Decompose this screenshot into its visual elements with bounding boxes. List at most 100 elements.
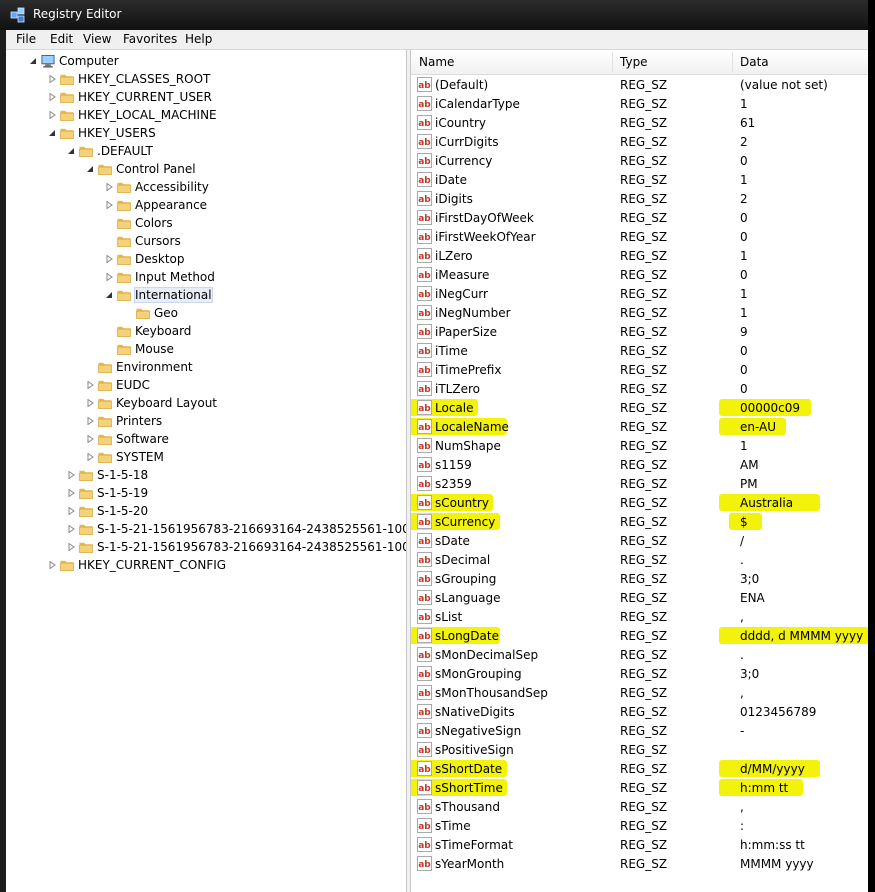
collapsed-triangle-icon[interactable]	[106, 255, 113, 263]
tree-node-s-1-5-21-1561956783-216693164-2438525561-1000[interactable]: S-1-5-21-1561956783-216693164-2438525561…	[6, 520, 406, 538]
registry-value-row[interactable]: ab sTimeFormat REG_SZ h:mm:ss tt	[411, 835, 868, 854]
registry-value-row[interactable]: ab (Default) REG_SZ (value not set)	[411, 75, 868, 94]
tree-node-label[interactable]: .DEFAULT	[97, 144, 153, 158]
tree-node-s-1-5-18[interactable]: S-1-5-18	[6, 466, 406, 484]
registry-value-row[interactable]: ab sMonThousandSep REG_SZ,	[411, 683, 868, 702]
tree-node-label[interactable]: Desktop	[135, 252, 185, 266]
registry-value-row[interactable]: ab NumShape REG_SZ 1	[411, 436, 868, 455]
tree-node-environment[interactable]: Environment	[6, 358, 406, 376]
registry-value-row[interactable]: ab iTime REG_SZ 0	[411, 341, 868, 360]
column-header-data[interactable]: Data	[740, 55, 769, 69]
tree-node-hkey-users[interactable]: HKEY_USERS	[6, 124, 406, 142]
collapsed-triangle-icon[interactable]	[87, 453, 94, 461]
registry-value-row[interactable]: ab sPositiveSign REG_SZ	[411, 740, 868, 759]
collapsed-triangle-icon[interactable]	[49, 111, 56, 119]
registry-value-row[interactable]: ab sShortDate REG_SZ d/MM/yyyy	[411, 759, 868, 778]
tree-node-label[interactable]: Accessibility	[135, 180, 209, 194]
registry-value-row[interactable]: ab LocaleName REG_SZ en-AU	[411, 417, 868, 436]
tree-node-label[interactable]: S-1-5-19	[97, 486, 148, 500]
tree-node-label[interactable]: Keyboard Layout	[116, 396, 217, 410]
collapsed-triangle-icon[interactable]	[87, 435, 94, 443]
tree-node-label[interactable]: S-1-5-20	[97, 504, 148, 518]
tree-node-colors[interactable]: Colors	[6, 214, 406, 232]
registry-value-row[interactable]: ab sTime REG_SZ:	[411, 816, 868, 835]
menu-help[interactable]: Help	[185, 32, 212, 46]
menu-view[interactable]: View	[83, 32, 111, 46]
tree-node-eudc[interactable]: EUDC	[6, 376, 406, 394]
registry-value-row[interactable]: ab iCurrDigits REG_SZ 2	[411, 132, 868, 151]
tree-node-label[interactable]: Keyboard	[135, 324, 191, 338]
registry-value-row[interactable]: ab iTimePrefix REG_SZ 0	[411, 360, 868, 379]
tree-node-system[interactable]: SYSTEM	[6, 448, 406, 466]
tree-node-geo[interactable]: Geo	[6, 304, 406, 322]
tree-node-label[interactable]: HKEY_CURRENT_CONFIG	[78, 558, 226, 572]
tree-node-label[interactable]: HKEY_CLASSES_ROOT	[78, 72, 210, 86]
registry-value-row[interactable]: ab iMeasure REG_SZ 0	[411, 265, 868, 284]
registry-value-row[interactable]: ab sGrouping REG_SZ 3;0	[411, 569, 868, 588]
registry-value-row[interactable]: ab iDate REG_SZ 1	[411, 170, 868, 189]
tree-node-label[interactable]: SYSTEM	[116, 450, 164, 464]
tree-node-label[interactable]: S-1-5-21-1561956783-216693164-2438525561…	[97, 540, 406, 554]
registry-value-row[interactable]: ab sLanguage REG_SZ ENA	[411, 588, 868, 607]
collapsed-triangle-icon[interactable]	[68, 525, 75, 533]
tree-node-label[interactable]: HKEY_CURRENT_USER	[78, 90, 212, 104]
registry-value-row[interactable]: ab sYearMonth REG_SZ MMMM yyyy	[411, 854, 868, 873]
registry-value-row[interactable]: ab iFirstWeekOfYear REG_SZ 0	[411, 227, 868, 246]
tree-node-cursors[interactable]: Cursors	[6, 232, 406, 250]
registry-value-row[interactable]: ab sMonGrouping REG_SZ 3;0	[411, 664, 868, 683]
tree-node-label[interactable]: Software	[116, 432, 169, 446]
tree-node-label[interactable]: Mouse	[135, 342, 174, 356]
expanded-triangle-icon[interactable]	[68, 147, 75, 155]
column-divider[interactable]	[612, 52, 613, 72]
expanded-triangle-icon[interactable]	[49, 129, 56, 137]
collapsed-triangle-icon[interactable]	[49, 75, 56, 83]
tree-node-keyboard-layout[interactable]: Keyboard Layout	[6, 394, 406, 412]
registry-value-row[interactable]: ab iDigits REG_SZ 2	[411, 189, 868, 208]
tree-node-software[interactable]: Software	[6, 430, 406, 448]
expanded-triangle-icon[interactable]	[30, 57, 37, 65]
collapsed-triangle-icon[interactable]	[87, 381, 94, 389]
collapsed-triangle-icon[interactable]	[106, 273, 113, 281]
tree-node-mouse[interactable]: Mouse	[6, 340, 406, 358]
tree-node-label[interactable]: S-1-5-18	[97, 468, 148, 482]
expanded-triangle-icon[interactable]	[87, 165, 94, 173]
tree-node-label[interactable]: Printers	[116, 414, 162, 428]
registry-value-row[interactable]: ab iNegCurr REG_SZ 1	[411, 284, 868, 303]
registry-value-row[interactable]: ab sNativeDigits REG_SZ 0123456789	[411, 702, 868, 721]
registry-value-row[interactable]: ab iLZero REG_SZ 1	[411, 246, 868, 265]
tree-node-label[interactable]: S-1-5-21-1561956783-216693164-2438525561…	[97, 522, 406, 536]
registry-value-row[interactable]: ab sCountry REG_SZ Australia	[411, 493, 868, 512]
tree-node-international[interactable]: International	[6, 286, 406, 304]
tree-node-s-1-5-19[interactable]: S-1-5-19	[6, 484, 406, 502]
tree-node-default[interactable]: .DEFAULT	[6, 142, 406, 160]
tree-node-label[interactable]: Geo	[154, 306, 178, 320]
tree-node-s-1-5-21-1561956783-216693164-2438525561-1000-classes[interactable]: S-1-5-21-1561956783-216693164-2438525561…	[6, 538, 406, 556]
registry-value-row[interactable]: ab sCurrency REG_SZ $	[411, 512, 868, 531]
registry-value-row[interactable]: ab sLongDate REG_SZ dddd, d MMMM yyyy	[411, 626, 868, 645]
registry-key-tree[interactable]: Computer HKEY_CLASSES_ROOT HKEY_CURRENT_US…	[6, 50, 406, 892]
expanded-triangle-icon[interactable]	[106, 291, 113, 299]
tree-node-computer[interactable]: Computer	[6, 52, 406, 70]
tree-node-label[interactable]: Control Panel	[116, 162, 196, 176]
collapsed-triangle-icon[interactable]	[87, 399, 94, 407]
menu-file[interactable]: File	[16, 32, 36, 46]
registry-value-row[interactable]: ab Locale REG_SZ 00000c09	[411, 398, 868, 417]
tree-node-hkey-current-user[interactable]: HKEY_CURRENT_USER	[6, 88, 406, 106]
tree-node-label[interactable]: Colors	[135, 216, 173, 230]
column-header-name[interactable]: Name	[419, 55, 454, 69]
registry-value-row[interactable]: ab sNegativeSign REG_SZ -	[411, 721, 868, 740]
column-header-type[interactable]: Type	[620, 55, 648, 69]
registry-value-row[interactable]: ab s1159 REG_SZ AM	[411, 455, 868, 474]
tree-node-desktop[interactable]: Desktop	[6, 250, 406, 268]
registry-value-row[interactable]: ab sMonDecimalSep REG_SZ.	[411, 645, 868, 664]
registry-value-row[interactable]: ab iPaperSize REG_SZ 9	[411, 322, 868, 341]
tree-node-label[interactable]: Appearance	[135, 198, 207, 212]
tree-node-accessibility[interactable]: Accessibility	[6, 178, 406, 196]
collapsed-triangle-icon[interactable]	[68, 543, 75, 551]
registry-values-list[interactable]: Name Type Data ab (Default) REG_SZ (value n…	[411, 50, 868, 892]
collapsed-triangle-icon[interactable]	[68, 507, 75, 515]
collapsed-triangle-icon[interactable]	[106, 201, 113, 209]
registry-value-row[interactable]: ab sList REG_SZ,	[411, 607, 868, 626]
tree-node-label[interactable]: International	[134, 287, 213, 303]
tree-node-keyboard[interactable]: Keyboard	[6, 322, 406, 340]
